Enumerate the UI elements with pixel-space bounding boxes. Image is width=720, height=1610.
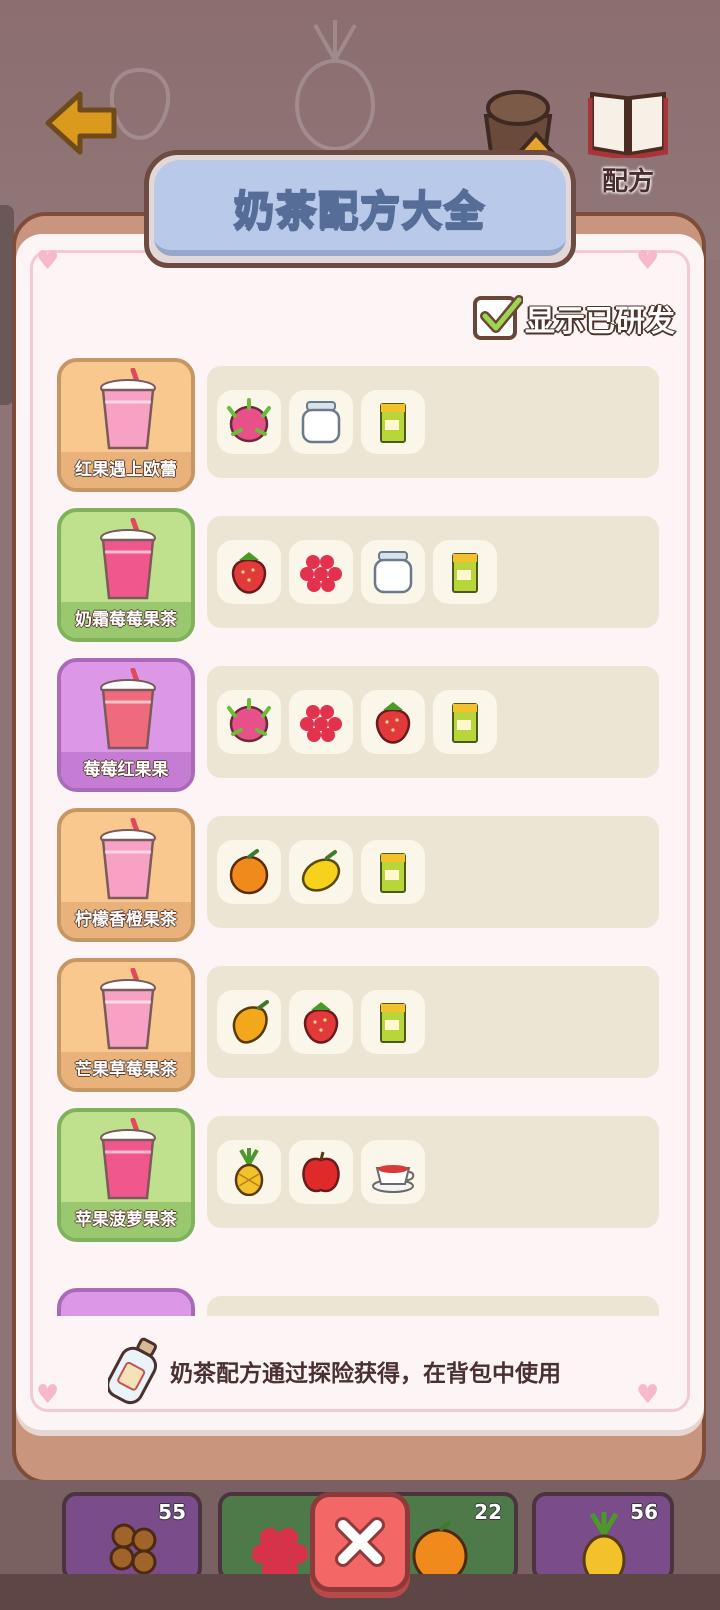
recipe-book-icon — [587, 91, 669, 161]
ingredient-slot[interactable] — [289, 1140, 353, 1204]
ingredient-panel — [207, 666, 659, 778]
red-tea-cup-icon — [372, 1165, 415, 1193]
inventory-count: 56 — [630, 1500, 658, 1524]
show-developed-checkbox[interactable] — [473, 295, 523, 340]
dragon-fruit-icon — [227, 698, 271, 743]
inventory-count: 55 — [158, 1500, 186, 1524]
drink-name: 莓莓红果果 — [61, 752, 191, 788]
heart-icon: ♥ — [36, 246, 60, 276]
drink-cup-icon — [100, 818, 156, 900]
drink-name: 芒果草莓果茶 — [61, 1052, 191, 1088]
recipe-row[interactable]: 芒果草莓果茶 — [57, 958, 663, 1092]
ingredient-slot[interactable] — [217, 390, 281, 454]
recipe-row[interactable]: 苹果菠萝果茶 — [57, 1108, 663, 1242]
drink-name: 奶霜莓莓果茶 — [61, 602, 191, 638]
ingredient-panel — [207, 966, 659, 1078]
ingredient-slot[interactable] — [289, 690, 353, 754]
drink-card[interactable]: 柠檬香橙果茶 — [57, 808, 195, 942]
ingredient-slot[interactable] — [289, 540, 353, 604]
apple-icon — [302, 1151, 340, 1193]
close-button[interactable] — [310, 1492, 410, 1592]
ingredient-slot[interactable] — [361, 390, 425, 454]
inventory-item-pineapple[interactable]: 56 — [532, 1492, 674, 1584]
drink-cup-icon — [100, 368, 156, 450]
coffee-beans-icon — [109, 1523, 157, 1575]
raspberry-icon — [300, 555, 342, 592]
orange-icon — [229, 849, 269, 895]
strawberry-icon — [231, 552, 267, 594]
drink-cup-icon — [100, 668, 156, 750]
ingredient-slot[interactable] — [289, 390, 353, 454]
raspberry-icon — [300, 705, 342, 742]
recipe-label: 配方 — [601, 167, 654, 197]
drink-cup-icon — [100, 518, 156, 600]
tea-pack-icon — [452, 553, 478, 593]
ingredient-panel-partial — [207, 1296, 659, 1318]
ingredient-slot[interactable] — [217, 990, 281, 1054]
ingredient-slot[interactable] — [433, 690, 497, 754]
hint-text: 奶茶配方通过探险获得，在背包中使用 — [170, 1361, 561, 1387]
milk-jar-icon — [301, 401, 341, 444]
milk-jar-icon — [373, 551, 413, 594]
drink-card[interactable]: 苹果菠萝果茶 — [57, 1108, 195, 1242]
inventory-item-coffee-beans[interactable]: 55 — [62, 1492, 202, 1582]
ingredient-slot[interactable] — [361, 840, 425, 904]
ingredient-slot[interactable] — [217, 540, 281, 604]
ingredient-panel — [207, 1116, 659, 1228]
heart-icon: ♥ — [636, 246, 660, 276]
ingredient-slot[interactable] — [361, 990, 425, 1054]
pineapple-decoration-icon — [295, 20, 375, 150]
message-bottle-icon — [108, 1337, 158, 1405]
ingredient-panel — [207, 366, 659, 478]
recipe-row[interactable]: 莓莓红果果 — [57, 658, 663, 792]
drink-cup-icon — [100, 968, 156, 1050]
recipe-row[interactable]: 柠檬香橙果茶 — [57, 808, 663, 942]
tea-pack-icon — [380, 403, 406, 443]
tea-pack-icon — [380, 1003, 406, 1043]
inventory-count: 22 — [474, 1500, 502, 1524]
ingredient-panel — [207, 516, 659, 628]
dragon-fruit-icon — [227, 398, 271, 443]
drink-cup-icon — [100, 1118, 156, 1200]
recipe-row[interactable]: 奶霜莓莓果茶 — [57, 508, 663, 642]
tea-pack-icon — [452, 703, 478, 743]
ingredient-slot[interactable] — [217, 1140, 281, 1204]
strawberry-icon — [375, 702, 411, 744]
pineapple-icon — [234, 1148, 264, 1196]
lemon-icon — [301, 850, 341, 892]
list-mask — [52, 1316, 672, 1338]
drink-card[interactable]: 芒果草莓果茶 — [57, 958, 195, 1092]
ingredient-slot[interactable] — [217, 690, 281, 754]
ingredient-panel — [207, 816, 659, 928]
drink-name: 柠檬香橙果茶 — [61, 902, 191, 938]
strawberry-icon — [303, 1002, 339, 1044]
mango-icon — [232, 1000, 269, 1044]
show-developed-label: 显示已研发 — [524, 303, 676, 340]
drink-card[interactable]: 奶霜莓莓果茶 — [57, 508, 195, 642]
drink-name: 苹果菠萝果茶 — [61, 1202, 191, 1238]
ingredient-slot[interactable] — [361, 690, 425, 754]
raspberry-icon — [252, 1528, 308, 1580]
back-arrow-icon[interactable] — [44, 88, 118, 158]
tea-pack-icon — [380, 853, 406, 893]
close-icon — [335, 1517, 385, 1567]
ingredient-slot[interactable] — [361, 1140, 425, 1204]
page-title: 奶茶配方大全 — [233, 187, 486, 235]
ingredient-slot[interactable] — [289, 990, 353, 1054]
ingredient-slot[interactable] — [361, 540, 425, 604]
recipe-row[interactable]: 红果遇上欧蕾 — [57, 358, 663, 492]
recipe-row-partial — [57, 1288, 195, 1318]
checkmark-icon — [480, 295, 523, 333]
drink-name: 红果遇上欧蕾 — [61, 452, 191, 488]
drink-card[interactable]: 莓莓红果果 — [57, 658, 195, 792]
hint-bar: 奶茶配方通过探险获得，在背包中使用 — [108, 1337, 561, 1405]
show-developed-toggle[interactable]: 显示已研发 — [473, 295, 676, 340]
recipe-book-button[interactable]: 配方 — [587, 88, 669, 198]
ingredient-slot[interactable] — [433, 540, 497, 604]
heart-icon: ♥ — [636, 1380, 660, 1410]
drink-card[interactable]: 红果遇上欧蕾 — [57, 358, 195, 492]
heart-icon: ♥ — [36, 1380, 60, 1410]
ingredient-slot[interactable] — [289, 840, 353, 904]
ingredient-slot[interactable] — [217, 840, 281, 904]
